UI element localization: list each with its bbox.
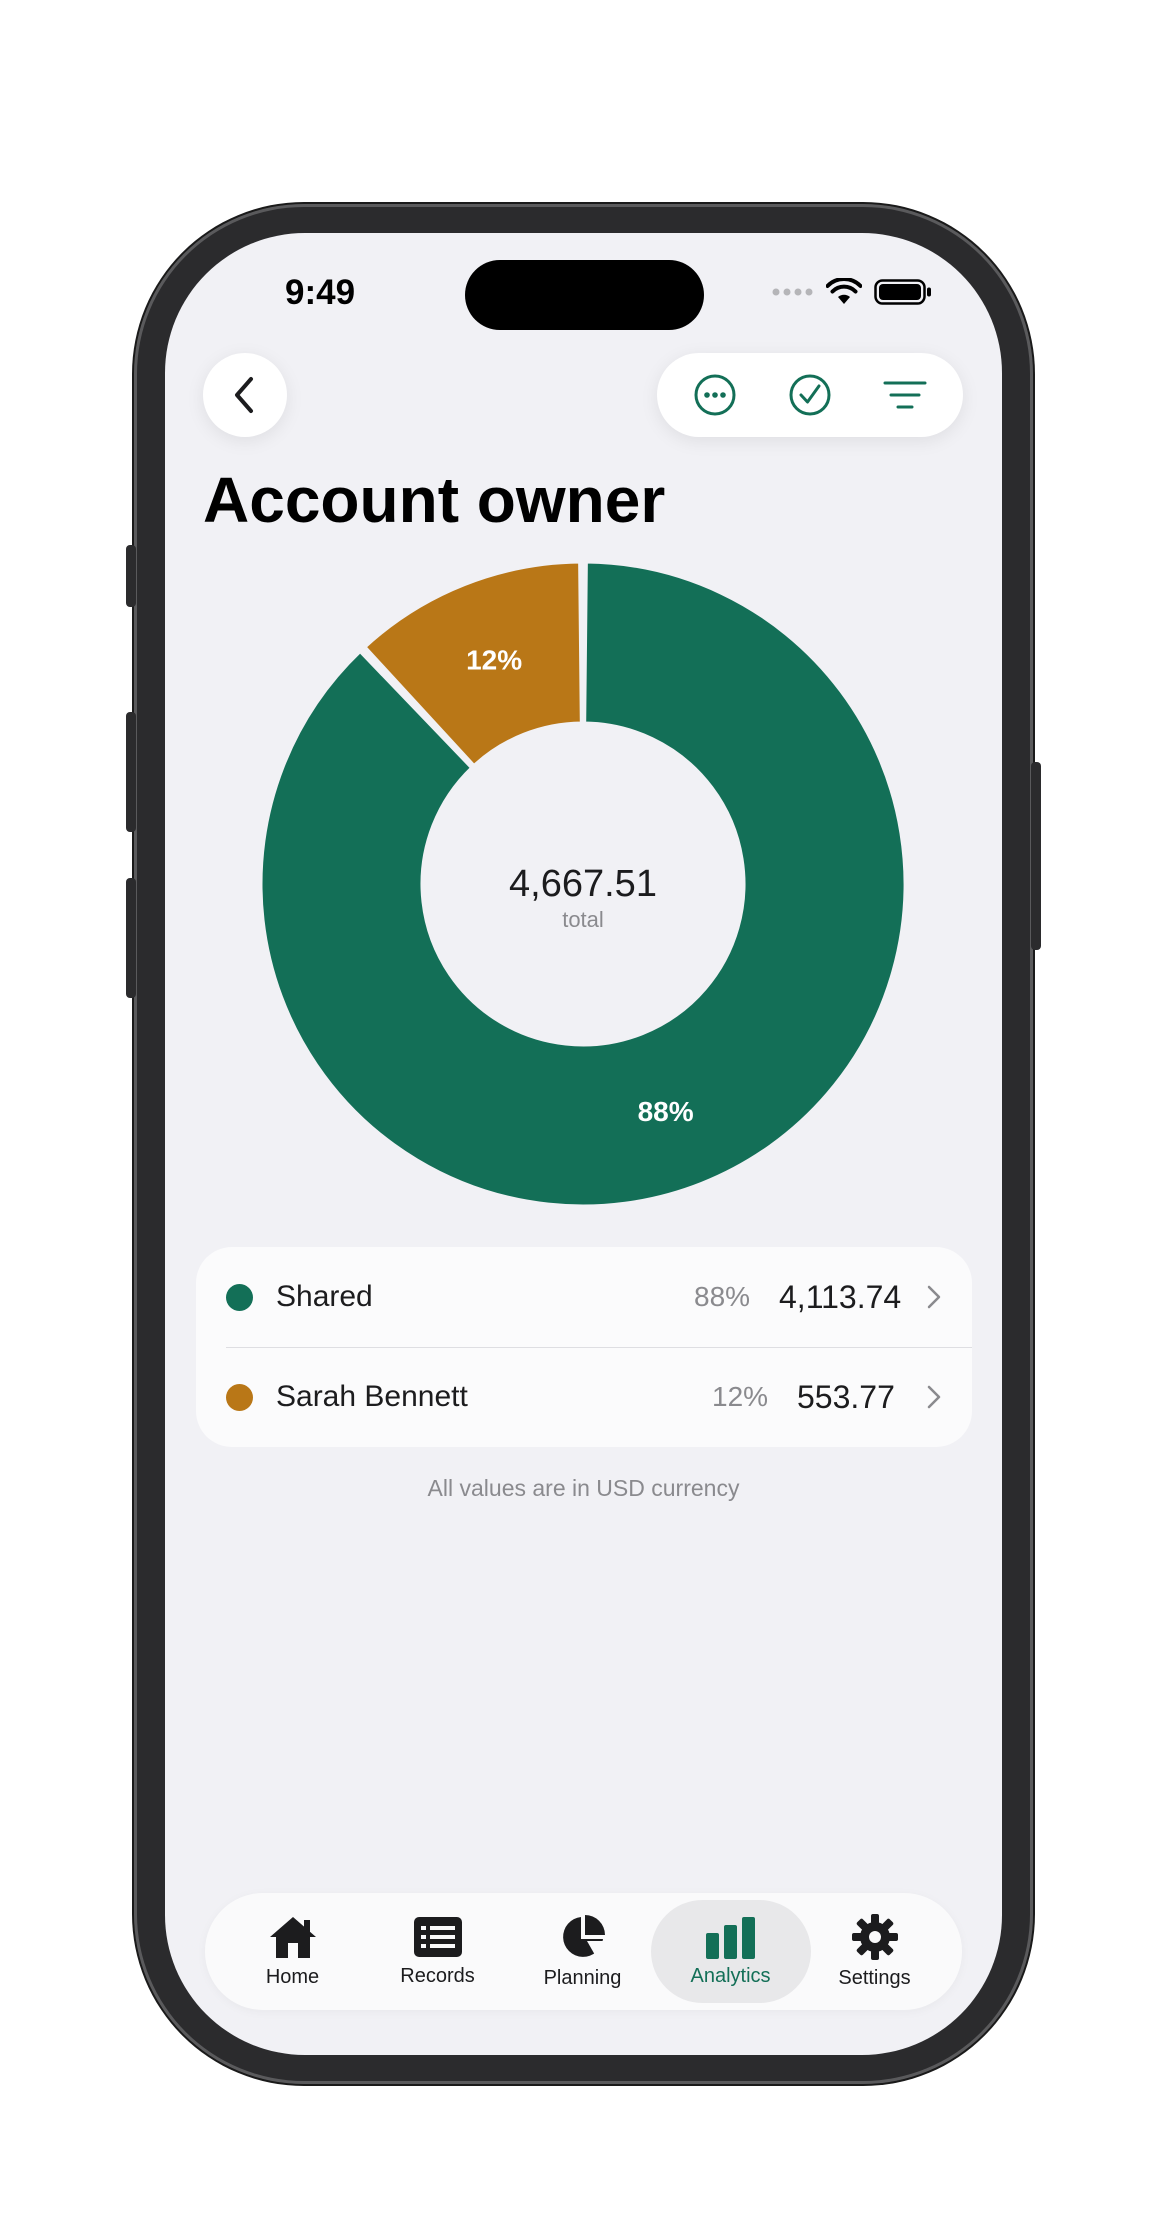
legend-dot	[226, 1283, 253, 1311]
tab-label: Records	[400, 1965, 475, 1987]
checkmark-circle-icon	[789, 374, 831, 416]
more-options-button[interactable]	[685, 365, 745, 425]
chevron-left-icon	[235, 377, 253, 413]
legend-amount: 553.77	[797, 1378, 895, 1415]
tab-planning[interactable]: Planning	[510, 1893, 655, 2010]
cellular-signal-icon	[772, 288, 813, 296]
legend-percent: 88%	[694, 1281, 751, 1312]
select-button[interactable]	[780, 365, 840, 425]
header-actions	[657, 353, 963, 437]
tab-label: Analytics	[690, 1965, 771, 1987]
ellipsis-circle-icon	[694, 374, 736, 416]
tab-analytics[interactable]: Analytics	[658, 1893, 803, 2010]
legend-card: Shared 88% 4,113.74 Sarah Bennett 12% 55…	[196, 1247, 972, 1447]
legend-amount: 4,113.74	[779, 1278, 902, 1315]
legend-row-sarah-bennett[interactable]: Sarah Bennett 12% 553.77	[196, 1347, 972, 1447]
status-time: 9:49	[285, 273, 356, 312]
filter-icon	[883, 381, 927, 409]
tab-label: Settings	[838, 1967, 911, 1989]
donut-slice-label: 12%	[466, 644, 522, 675]
legend-dot	[226, 1383, 253, 1411]
bar-chart-icon	[705, 1917, 755, 1959]
volume-up-button	[126, 712, 136, 832]
pie-chart-icon	[562, 1915, 605, 1957]
power-button	[1031, 762, 1041, 950]
wifi-icon	[826, 278, 862, 304]
tab-home[interactable]: Home	[220, 1893, 365, 2010]
currency-footnote: All values are in USD currency	[427, 1475, 740, 1501]
volume-down-button	[126, 878, 136, 998]
donut-chart: 4,667.51 total 88% 12%	[259, 563, 907, 1208]
chevron-right-icon	[927, 1385, 941, 1409]
chevron-right-icon	[927, 1285, 941, 1309]
page-title: Account owner	[203, 464, 666, 536]
dynamic-island	[465, 260, 704, 330]
legend-name: Shared	[276, 1280, 373, 1313]
donut-slice-label: 88%	[638, 1096, 694, 1127]
gear-icon	[851, 1914, 898, 1960]
chart-center-value: 4,667.51	[509, 863, 657, 905]
status-icons	[772, 278, 932, 306]
legend-name: Sarah Bennett	[276, 1380, 468, 1413]
chart-center-label: total	[562, 907, 604, 932]
tab-label: Planning	[543, 1967, 622, 1989]
tab-records[interactable]: Records	[365, 1893, 510, 2010]
tab-label: Home	[265, 1966, 320, 1988]
back-button[interactable]	[203, 353, 287, 437]
battery-icon	[874, 279, 931, 305]
records-icon	[413, 1917, 462, 1957]
mute-switch	[126, 545, 136, 607]
home-icon	[269, 1917, 316, 1958]
legend-row-shared[interactable]: Shared 88% 4,113.74	[196, 1247, 972, 1347]
legend-percent: 12%	[712, 1381, 769, 1412]
app-screen: 9:49 Account owner 4,667.51 total 88% 12…	[165, 233, 1002, 2055]
tab-bar: Home Records Planning Analytics Settings	[205, 1893, 962, 2010]
filter-button[interactable]	[875, 365, 935, 425]
tab-settings[interactable]: Settings	[802, 1893, 947, 2010]
